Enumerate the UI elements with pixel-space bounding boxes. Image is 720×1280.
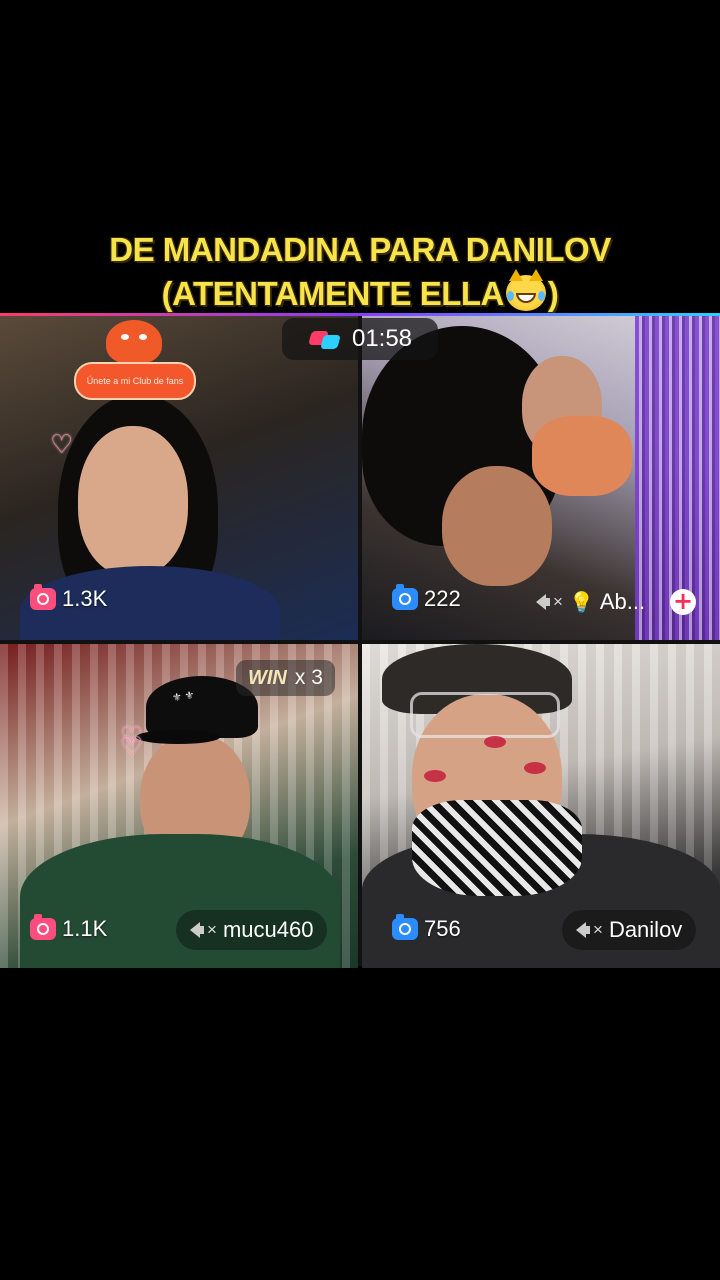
- camera-icon: [392, 584, 418, 610]
- camera-icon: [30, 584, 56, 610]
- participant-name-pill[interactable]: × 💡 Ab...: [530, 582, 651, 622]
- battle-timer: 01:58: [282, 318, 438, 360]
- fan-club-sticker[interactable]: Únete a mi Club de fans: [74, 320, 196, 402]
- likes-counter-bottom-left: 1.1K: [30, 914, 108, 942]
- participant-face: [78, 426, 188, 576]
- muted-speaker-icon: ×: [576, 920, 603, 940]
- participant-username: Danilov: [608, 917, 683, 942]
- kiss-mark-sticker: [424, 770, 446, 782]
- follow-plus-button[interactable]: +: [670, 589, 696, 615]
- participant-username: mucu460: [222, 917, 314, 942]
- fan-club-mascot-icon: [106, 320, 162, 364]
- participant-glasses: [410, 692, 560, 738]
- heart-sticker-icon: ♡: [50, 430, 74, 460]
- live-battle-grid: ♡ 1.3K 222 × 💡 Ab... + ♡: [0, 316, 720, 968]
- muted-speaker-icon: ×: [536, 592, 563, 612]
- likes-count: 222: [424, 586, 461, 611]
- camera-icon: [392, 914, 418, 940]
- child-sweater: [532, 416, 632, 496]
- video-caption: DE MANDADINA PARA DANILOV (ATENTAMENTE E…: [0, 228, 720, 316]
- participant-name-pill-bottom-left[interactable]: × mucu460: [176, 910, 328, 950]
- participant-tile-top-right[interactable]: 222 × 💡 Ab... +: [362, 316, 720, 640]
- caption-line-2: (ATENTAMENTE ELLA): [0, 269, 720, 316]
- likes-count: 756: [424, 916, 461, 941]
- likes-count: 1.3K: [62, 586, 108, 611]
- lightbulb-icon: 💡: [568, 591, 594, 614]
- caption-line-2-close: ): [547, 275, 559, 312]
- likes-counter-bottom-right: 756: [392, 914, 461, 942]
- camera-icon: [30, 914, 56, 940]
- win-count: x 3: [294, 666, 323, 689]
- kiss-mark-sticker: [524, 762, 546, 774]
- win-label: WIN: [248, 666, 287, 689]
- win-streak-badge: WIN x 3: [236, 660, 335, 696]
- muted-speaker-icon: ×: [190, 920, 217, 940]
- likes-count: 1.1K: [62, 916, 108, 941]
- kiss-mark-sticker: [484, 736, 506, 748]
- battle-timer-text: 01:58: [351, 325, 413, 352]
- participant-username: Ab...: [599, 589, 646, 614]
- fan-club-banner: Únete a mi Club de fans: [74, 362, 196, 400]
- caption-line-2-text: (ATENTAMENTE ELLA: [161, 275, 505, 312]
- participant-name-pill-bottom-right[interactable]: × Danilov: [562, 910, 697, 950]
- participant-scarf: [412, 800, 582, 896]
- cat-face-with-tears-of-joy-icon: [505, 269, 546, 311]
- likes-counter: 222: [392, 584, 461, 612]
- heart-sticker-icon: ♡: [120, 732, 144, 762]
- caption-line-1: DE MANDADINA PARA DANILOV: [109, 231, 611, 268]
- versus-icon: [308, 328, 342, 350]
- likes-counter: 1.3K: [30, 584, 108, 612]
- participant-face: [442, 466, 552, 586]
- cap-logo-icon: ⚜ ⚜: [171, 689, 196, 705]
